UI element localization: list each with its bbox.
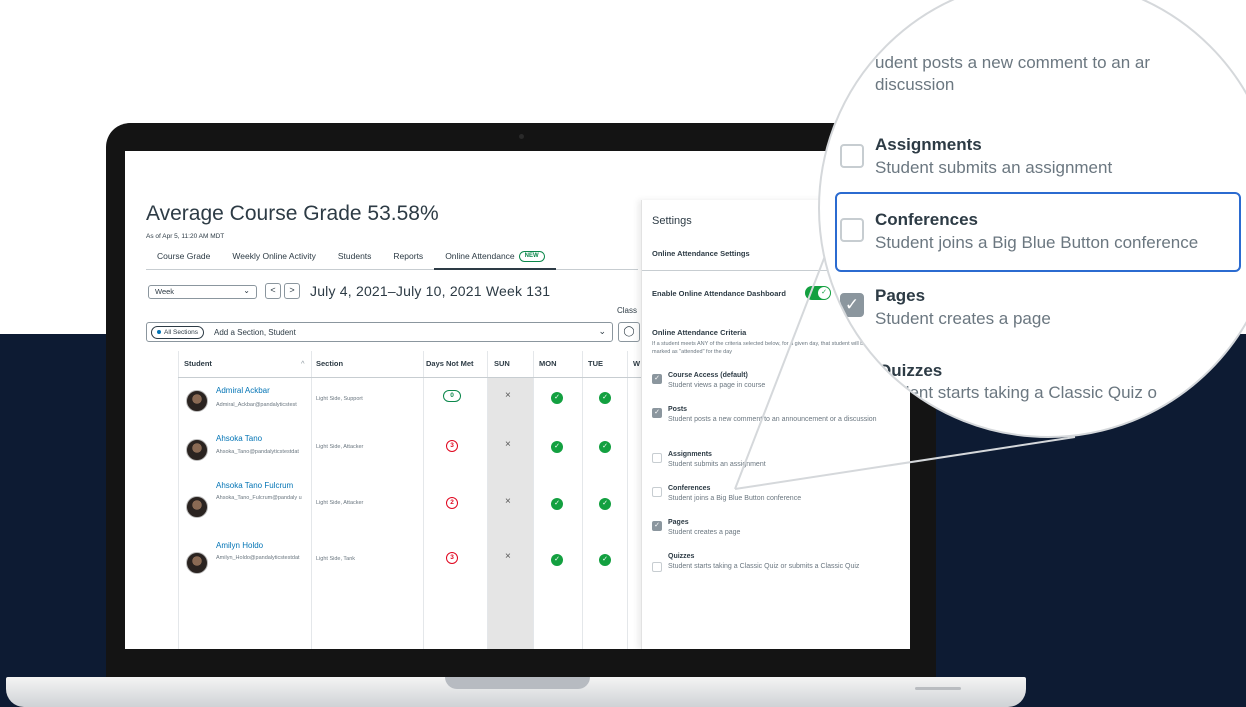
zoom-posts-desc-line2: discussion <box>875 75 955 94</box>
zoom-pages-desc: Student creates a page <box>875 309 1051 328</box>
conferences-highlight <box>835 192 1241 272</box>
callout-line <box>734 229 836 490</box>
zoom-quizzes-name: Quizzes <box>878 361 943 380</box>
zoom-checkbox-pages[interactable]: ✓ <box>840 293 864 317</box>
zoom-assignments-desc: Student submits an assignment <box>875 158 1113 177</box>
zoom-checkbox-conferences[interactable] <box>840 218 864 242</box>
zoom-conferences-name: Conferences <box>875 210 978 229</box>
zoom-assignments-name: Assignments <box>875 135 982 154</box>
zoom-checkbox-assignments[interactable] <box>840 144 864 168</box>
zoom-quizzes-desc: dent starts taking a Classic Quiz o <box>900 383 1158 402</box>
callout-line <box>734 436 1076 490</box>
zoom-conferences-desc: Student joins a Big Blue Button conferen… <box>875 233 1199 252</box>
marketing-stage: Average Course Grade 53.58% As of Apr 5,… <box>0 0 1246 707</box>
zoom-pages-name: Pages <box>875 286 926 305</box>
zoom-posts-desc: udent posts a new comment to an ar <box>875 53 1150 72</box>
zoom-lens: udent posts a new comment to an ar discu… <box>818 0 1246 438</box>
